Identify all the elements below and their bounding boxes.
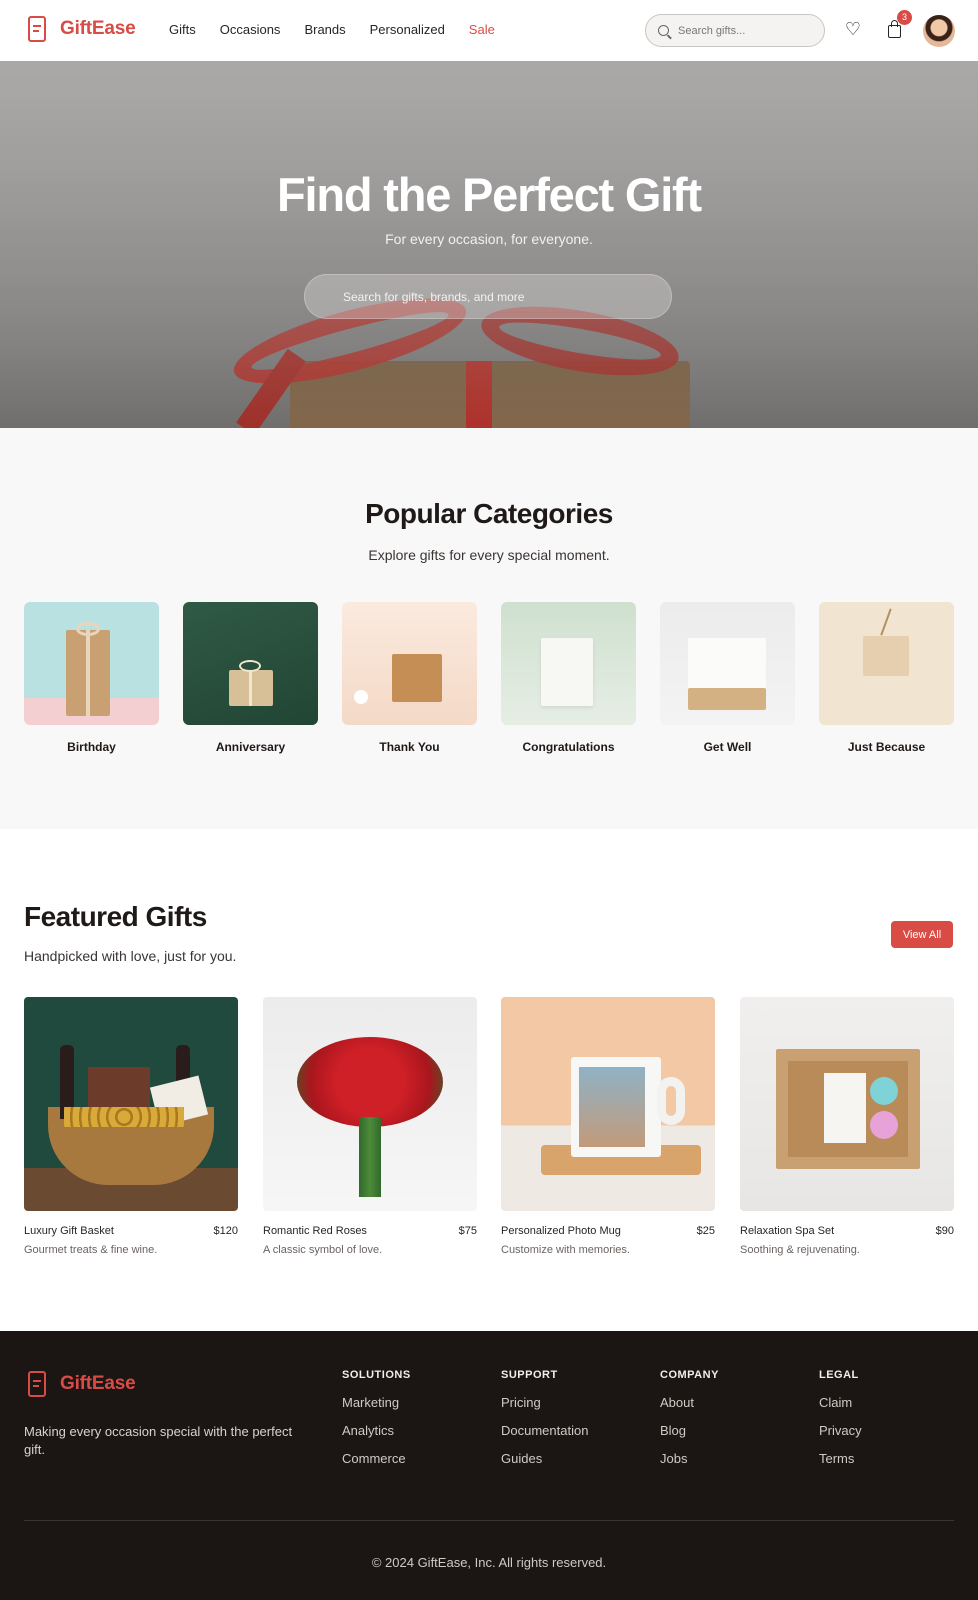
search-icon: [658, 25, 669, 36]
footer-column-title: SOLUTIONS: [342, 1369, 411, 1381]
hero-search-input[interactable]: [343, 289, 643, 304]
footer-link[interactable]: Blog: [660, 1423, 719, 1438]
footer-column-title: LEGAL: [819, 1369, 859, 1381]
category-image: [342, 602, 477, 725]
footer-link[interactable]: Marketing: [342, 1395, 411, 1410]
nav-item-occasions[interactable]: Occasions: [220, 22, 281, 37]
category-label: Birthday: [67, 740, 116, 754]
footer-tagline: Making every occasion special with the p…: [24, 1424, 293, 1457]
gift-tag-icon: [28, 16, 46, 42]
brand-name: GiftEase: [60, 1373, 136, 1394]
hero-subtitle: For every occasion, for everyone.: [385, 231, 593, 247]
product-description: Soothing & rejuvenating.: [740, 1244, 860, 1256]
popular-categories: Popular Categories Explore gifts for eve…: [0, 428, 978, 829]
view-all-button[interactable]: View All: [891, 921, 953, 948]
product-price: $120: [213, 1225, 238, 1237]
site-footer: GiftEase Making every occasion special w…: [0, 1331, 978, 1600]
site-header: GiftEase Gifts Occasions Brands Personal…: [0, 0, 978, 61]
product-image: [740, 997, 954, 1211]
hero-title: Find the Perfect Gift: [277, 168, 702, 221]
heart-icon[interactable]: ♡: [843, 19, 863, 39]
product-name: Romantic Red Roses: [263, 1225, 367, 1237]
featured-title: Featured Gifts: [24, 901, 207, 932]
footer-column-title: COMPANY: [660, 1369, 719, 1381]
product-card-red-roses[interactable]: Romantic Red Roses $75 A classic symbol …: [263, 997, 477, 1256]
product-name: Relaxation Spa Set: [740, 1225, 835, 1237]
footer-copyright: © 2024 GiftEase, Inc. All rights reserve…: [371, 1555, 607, 1570]
footer-logo[interactable]: GiftEase: [28, 1371, 136, 1397]
product-image: [24, 997, 238, 1211]
footer-link[interactable]: Guides: [501, 1451, 588, 1466]
hero-banner: Find the Perfect Gift For every occasion…: [0, 61, 978, 428]
product-name: Luxury Gift Basket: [24, 1225, 114, 1237]
product-card-spa-set[interactable]: Relaxation Spa Set $90 Soothing & rejuve…: [740, 997, 954, 1256]
product-price: $25: [696, 1225, 715, 1237]
footer-link[interactable]: Pricing: [501, 1395, 588, 1410]
footer-link[interactable]: About: [660, 1395, 719, 1410]
category-image: [660, 602, 795, 725]
product-name: Personalized Photo Mug: [501, 1225, 621, 1237]
category-label: Anniversary: [215, 740, 286, 754]
product-description: Customize with memories.: [501, 1244, 630, 1256]
category-label: Thank You: [379, 740, 440, 754]
header-search: [645, 14, 825, 47]
category-label: Get Well: [703, 740, 752, 754]
product-card-gift-basket[interactable]: Luxury Gift Basket $120 Gourmet treats &…: [24, 997, 238, 1256]
footer-link[interactable]: Privacy: [819, 1423, 862, 1438]
footer-column-legal: LEGAL Claim Privacy Terms: [819, 1369, 862, 1479]
product-description: Gourmet treats & fine wine.: [24, 1244, 158, 1256]
nav-item-personalized[interactable]: Personalized: [370, 22, 445, 37]
category-card-congratulations[interactable]: Congratulations: [501, 602, 636, 754]
category-image: [24, 602, 159, 725]
main-nav: Gifts Occasions Brands Personalized Sale: [169, 22, 519, 37]
nav-item-sale[interactable]: Sale: [469, 22, 495, 37]
user-avatar[interactable]: [923, 15, 955, 47]
category-card-thank-you[interactable]: Thank You: [342, 602, 477, 754]
gift-tag-icon: [28, 1371, 46, 1397]
brand-logo[interactable]: GiftEase: [28, 16, 136, 42]
footer-link[interactable]: Terms: [819, 1451, 862, 1466]
category-card-birthday[interactable]: Birthday: [24, 602, 159, 754]
category-image: [183, 602, 318, 725]
footer-link[interactable]: Analytics: [342, 1423, 411, 1438]
category-card-anniversary[interactable]: Anniversary: [183, 602, 318, 754]
nav-item-brands[interactable]: Brands: [304, 22, 345, 37]
category-image: [819, 602, 954, 725]
footer-link[interactable]: Documentation: [501, 1423, 588, 1438]
nav-item-gifts[interactable]: Gifts: [169, 22, 196, 37]
footer-column-solutions: SOLUTIONS Marketing Analytics Commerce: [342, 1369, 411, 1479]
category-card-just-because[interactable]: Just Because: [819, 602, 954, 754]
category-card-get-well[interactable]: Get Well: [660, 602, 795, 754]
product-price: $90: [935, 1225, 954, 1237]
featured-subtitle: Handpicked with love, just for you.: [24, 948, 237, 964]
hero-search: [304, 274, 672, 319]
footer-column-title: SUPPORT: [501, 1369, 558, 1381]
footer-divider: [24, 1520, 954, 1521]
product-card-photo-mug[interactable]: Personalized Photo Mug $25 Customize wit…: [501, 997, 715, 1256]
categories-title: Popular Categories: [365, 498, 613, 529]
product-price: $75: [458, 1225, 477, 1237]
footer-column-company: COMPANY About Blog Jobs: [660, 1369, 719, 1479]
brand-name: GiftEase: [60, 18, 136, 39]
category-image: [501, 602, 636, 725]
categories-subtitle: Explore gifts for every special moment.: [368, 547, 610, 563]
product-description: A classic symbol of love.: [263, 1244, 383, 1256]
category-label: Congratulations: [522, 740, 615, 754]
category-label: Just Because: [847, 740, 926, 754]
footer-link[interactable]: Claim: [819, 1395, 862, 1410]
header-search-input[interactable]: [678, 24, 808, 37]
product-image: [501, 997, 715, 1211]
footer-column-support: SUPPORT Pricing Documentation Guides: [501, 1369, 588, 1479]
cart-count-badge: 3: [897, 10, 912, 25]
footer-link[interactable]: Jobs: [660, 1451, 719, 1466]
product-image: [263, 997, 477, 1211]
footer-link[interactable]: Commerce: [342, 1451, 411, 1466]
